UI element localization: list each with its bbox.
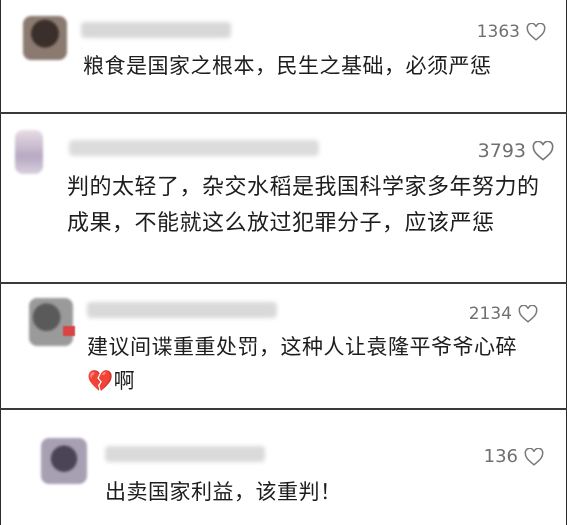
username-blurred[interactable] <box>105 446 265 462</box>
comment-text: 出卖国家利益，该重判！ <box>105 480 342 504</box>
comment-text: 建议间谍重重处罚，这种人让袁隆平爷爷心碎 💔啊 <box>87 330 537 398</box>
heart-outline-icon[interactable] <box>524 447 544 466</box>
like-count-value: 3793 <box>477 140 526 162</box>
comment-text-part: 建议间谍重重处罚，这种人让袁隆平爷爷心碎 <box>87 335 517 359</box>
comment-text: 判的太轻了，杂交水稻是我国科学家多年努力的成果，不能就这么放过犯罪分子，应该严惩 <box>67 175 540 236</box>
avatar[interactable] <box>15 130 43 174</box>
like-count[interactable]: 136 <box>484 446 544 467</box>
username-blurred[interactable] <box>69 140 319 156</box>
avatar[interactable] <box>41 438 87 484</box>
comment-text: 粮食是国家之根本，民生之基础，必须严惩 <box>83 54 492 78</box>
username-blurred[interactable] <box>81 22 231 38</box>
heart-outline-icon[interactable] <box>526 23 546 41</box>
comment-card: 3793 判的太轻了，杂交水稻是我国科学家多年努力的成果，不能就这么放过犯罪分子… <box>0 114 567 282</box>
like-count-value: 136 <box>483 446 518 467</box>
like-count-value: 2134 <box>468 304 512 324</box>
heart-outline-icon[interactable] <box>532 141 554 161</box>
like-count-value: 1363 <box>476 22 520 42</box>
comment-card: 136 出卖国家利益，该重判！ <box>0 410 567 525</box>
heart-outline-icon[interactable] <box>518 305 538 323</box>
like-count[interactable]: 3793 <box>478 140 554 162</box>
avatar[interactable] <box>29 298 73 346</box>
avatar-badge <box>63 326 75 336</box>
like-count[interactable]: 2134 <box>469 304 538 324</box>
comment-text-part: 啊 <box>113 369 136 393</box>
avatar[interactable] <box>23 16 67 60</box>
username-blurred[interactable] <box>87 302 277 318</box>
broken-heart-emoji: 💔 <box>87 369 114 393</box>
comment-card: 1363 粮食是国家之根本，民生之基础，必须严惩 <box>0 0 567 112</box>
comment-card: 2134 建议间谍重重处罚，这种人让袁隆平爷爷心碎 💔啊 <box>0 284 567 408</box>
like-count[interactable]: 1363 <box>477 22 546 42</box>
